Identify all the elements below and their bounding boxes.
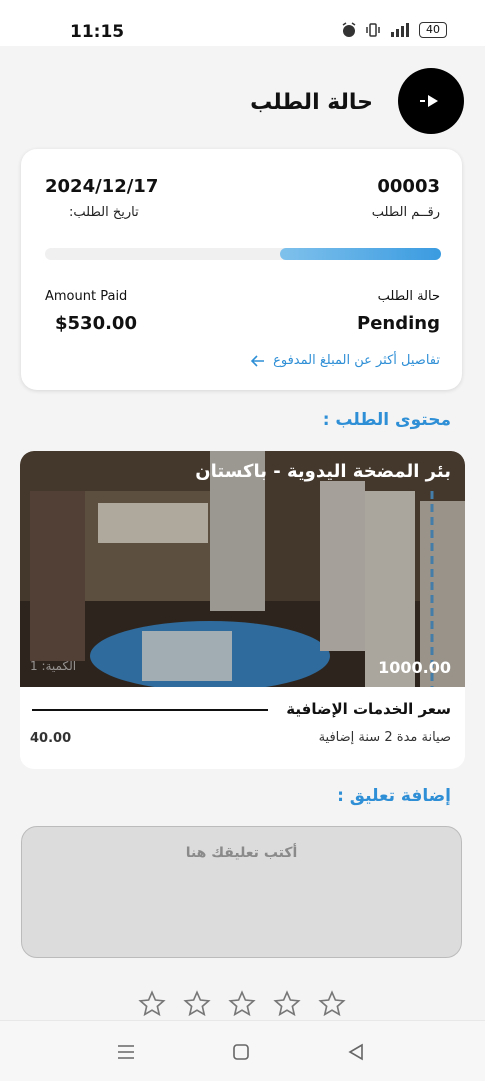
status-bar: 11:15 40 — [0, 0, 485, 46]
alarm-icon — [342, 22, 356, 37]
progress-fill — [280, 248, 441, 260]
arrow-left-icon — [251, 354, 265, 367]
back-play-icon — [420, 95, 438, 107]
product-card[interactable]: بئر المضخة اليدوية - باكستان 1000.00 الك… — [20, 451, 465, 769]
order-number: 00003 — [377, 176, 440, 197]
signal-icon — [391, 23, 409, 37]
product-quantity: الكمية: 1 — [30, 659, 77, 673]
star-icon[interactable] — [318, 990, 346, 1018]
back-button[interactable] — [398, 68, 464, 134]
page-title: حالة الطلب — [250, 90, 373, 115]
divider — [32, 709, 268, 711]
service-price: 40.00 — [30, 731, 72, 746]
services-price-title: سعر الخدمات الإضافية — [286, 700, 451, 718]
order-summary-card: 00003 رقــم الطلب 2024/12/17 تاريخ الطلب… — [21, 149, 462, 390]
vibrate-icon — [366, 23, 380, 37]
amount-paid-label: Amount Paid — [45, 289, 128, 304]
home-square-icon[interactable] — [230, 1041, 252, 1063]
status-icons: 40 — [341, 22, 447, 38]
order-date: 2024/12/17 — [45, 176, 159, 197]
product-name: بئر المضخة اليدوية - باكستان — [195, 461, 451, 482]
add-comment-title: إضافة تعليق : — [337, 786, 451, 806]
comment-input[interactable] — [21, 826, 462, 958]
status-label: حالة الطلب — [377, 289, 440, 304]
payment-details-link[interactable]: تفاصيل أكثر عن المبلغ المدفوع — [251, 353, 440, 368]
product-image: بئر المضخة اليدوية - باكستان 1000.00 الك… — [20, 451, 465, 687]
star-icon[interactable] — [228, 990, 256, 1018]
amount-paid-value: $530.00 — [55, 313, 137, 334]
rating-stars — [138, 990, 346, 1018]
menu-icon[interactable] — [115, 1041, 137, 1063]
order-number-label: رقــم الطلب — [371, 205, 440, 220]
product-photo — [20, 451, 465, 687]
product-price: 1000.00 — [378, 658, 451, 677]
order-content-title: محتوى الطلب : — [322, 410, 451, 430]
star-icon[interactable] — [273, 990, 301, 1018]
payment-details-label: تفاصيل أكثر عن المبلغ المدفوع — [273, 353, 440, 368]
battery-icon: 40 — [419, 22, 447, 38]
service-name: صيانة مدة 2 سنة إضافية — [318, 730, 451, 745]
header: حالة الطلب — [0, 64, 485, 144]
order-date-label: تاريخ الطلب: — [69, 205, 139, 220]
system-nav-bar — [0, 1020, 485, 1081]
status-time: 11:15 — [70, 22, 125, 42]
star-icon[interactable] — [183, 990, 211, 1018]
back-triangle-icon[interactable] — [345, 1041, 367, 1063]
star-icon[interactable] — [138, 990, 166, 1018]
status-value: Pending — [357, 313, 440, 334]
